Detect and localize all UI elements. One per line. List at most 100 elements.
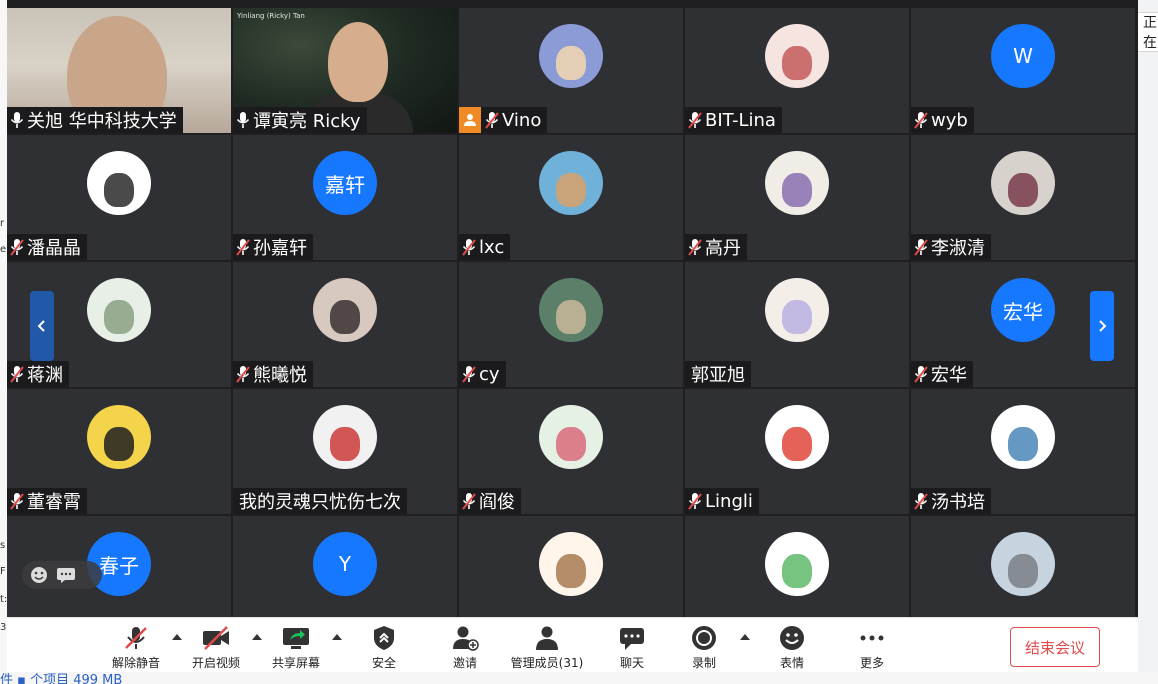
avatar-image <box>330 427 360 461</box>
participant-name-tag: BIT-Lina <box>685 107 782 133</box>
desktop-right-strip <box>1138 0 1158 684</box>
participant-name: 宏华 <box>931 365 967 386</box>
participant-name-tag: lxc <box>459 234 511 260</box>
invite-button[interactable]: 邀请 <box>430 625 500 671</box>
mic-on-icon <box>10 112 24 128</box>
participant-avatar <box>991 532 1055 596</box>
share-options-caret[interactable] <box>332 634 342 640</box>
participant-tile[interactable]: Vino <box>459 8 683 133</box>
participant-tile[interactable]: Wwyb <box>911 8 1135 133</box>
desktop-char: 3 <box>0 622 7 633</box>
avatar-image <box>782 46 812 80</box>
video-person <box>328 22 388 102</box>
security-button[interactable]: 安全 <box>349 625 419 671</box>
meeting-window: 关旭 华中科技大学 Yinliang (Ricky) Tan 谭寅亮 Ricky Vi… <box>7 0 1138 672</box>
participant-name-tag: 汤书培 <box>911 488 991 514</box>
desktop-char: t: <box>0 594 7 605</box>
participant-name: 汤书培 <box>931 492 985 513</box>
mic-muted-icon <box>688 239 702 256</box>
participant-name: wyb <box>931 109 968 131</box>
more-button[interactable]: 更多 <box>837 625 907 671</box>
participant-avatar <box>991 151 1055 215</box>
participant-name-tag: 高丹 <box>685 234 747 260</box>
share-screen-button[interactable]: 共享屏幕 <box>261 625 331 671</box>
participant-avatar <box>87 151 151 215</box>
participant-avatar <box>765 278 829 342</box>
unmute-label: 解除静音 <box>111 656 160 670</box>
mic-muted-icon <box>914 366 928 383</box>
reactions-button[interactable]: 表情 <box>757 625 827 671</box>
floating-reaction-bar <box>22 561 102 589</box>
participant-tile[interactable]: Yinliang (Ricky) Tan 谭寅亮 Ricky <box>233 8 457 133</box>
participant-avatar <box>539 532 603 596</box>
avatar-image <box>556 427 586 461</box>
reactions-label: 表情 <box>779 656 804 670</box>
meeting-toolbar: 解除静音 开启视频 共享屏幕 安全 邀请 管理成员(31) 聊天 录制 表情 更… <box>7 617 1138 672</box>
participant-tile[interactable]: 潘晶晶 <box>7 135 231 260</box>
end-meeting-button[interactable]: 结束会议 <box>1010 627 1100 667</box>
record-button[interactable]: 录制 <box>669 625 739 671</box>
participant-name: 谭寅亮 Ricky <box>253 111 361 132</box>
participant-name: 孙嘉轩 <box>253 238 307 259</box>
desktop-status-bar: 件 ▪ 个项目 499 MB <box>0 672 1158 684</box>
participant-tile[interactable]: 关旭 华中科技大学 <box>7 8 231 133</box>
mic-on-icon <box>236 112 250 128</box>
participant-tile[interactable]: cy <box>459 262 683 387</box>
participant-tile[interactable]: 李淑清 <box>911 135 1135 260</box>
participant-tile[interactable]: 嘉轩孙嘉轩 <box>233 135 457 260</box>
participant-tile[interactable]: 汤书培 <box>911 389 1135 514</box>
participant-tile[interactable] <box>911 516 1135 617</box>
participant-avatar: 嘉轩 <box>313 151 377 215</box>
record-options-caret[interactable] <box>740 634 750 640</box>
prev-page-button[interactable] <box>30 291 54 361</box>
participant-tile[interactable] <box>685 516 909 617</box>
participant-avatar <box>539 151 603 215</box>
participant-tile[interactable]: 郭亚旭 <box>685 262 909 387</box>
next-page-button[interactable] <box>1090 291 1114 361</box>
chevron-left-icon <box>37 320 45 332</box>
emoji-icon[interactable] <box>30 566 48 584</box>
participant-tile[interactable]: BIT-Lina <box>685 8 909 133</box>
mic-muted-icon <box>125 627 147 649</box>
mic-muted-icon <box>236 366 250 383</box>
participant-tile[interactable]: 高丹 <box>685 135 909 260</box>
manage-members-label: 管理成员(31) <box>510 656 584 670</box>
avatar-image <box>556 554 586 588</box>
video-caption: Yinliang (Ricky) Tan <box>237 12 305 20</box>
participant-name-tag: 关旭 华中科技大学 <box>7 107 183 133</box>
security-label: 安全 <box>371 656 396 670</box>
participant-avatar <box>765 405 829 469</box>
participant-name-tag: Vino <box>459 107 548 133</box>
desktop-char: r <box>0 218 5 229</box>
members-icon <box>536 626 558 650</box>
participant-tile[interactable]: Y <box>233 516 457 617</box>
chat-bubble-icon[interactable] <box>56 566 76 584</box>
participant-name: 关旭 华中科技大学 <box>27 111 177 132</box>
more-dots-icon <box>860 635 884 641</box>
participant-tile[interactable]: Lingli <box>685 389 909 514</box>
participant-tile[interactable]: lxc <box>459 135 683 260</box>
participant-avatar <box>313 278 377 342</box>
mic-muted-icon <box>462 493 476 510</box>
participant-tile[interactable]: 董睿霄 <box>7 389 231 514</box>
start-video-button[interactable]: 开启视频 <box>181 625 251 671</box>
participant-avatar: Y <box>313 532 377 596</box>
invite-label: 邀请 <box>452 656 477 670</box>
participant-tile[interactable]: 我的灵魂只忧伤七次 <box>233 389 457 514</box>
participant-name: Lingli <box>705 490 753 512</box>
manage-members-button[interactable]: 管理成员(31) <box>504 625 590 671</box>
participant-name-tag: 李淑清 <box>911 234 991 260</box>
desktop-status-text: 件 ▪ 个项目 499 MB <box>0 673 123 684</box>
unmute-button[interactable]: 解除静音 <box>101 625 171 671</box>
mic-muted-icon <box>688 493 702 510</box>
chat-button[interactable]: 聊天 <box>597 625 667 671</box>
mic-muted-icon <box>462 239 476 256</box>
avatar-image <box>104 300 134 334</box>
participant-tile[interactable]: 阎俊 <box>459 389 683 514</box>
participant-name-tag: 蒋渊 <box>7 361 69 387</box>
participant-avatar <box>539 405 603 469</box>
participant-tile[interactable] <box>459 516 683 617</box>
participant-avatar <box>765 532 829 596</box>
mic-muted-icon <box>914 493 928 510</box>
participant-tile[interactable]: 熊曦悦 <box>233 262 457 387</box>
